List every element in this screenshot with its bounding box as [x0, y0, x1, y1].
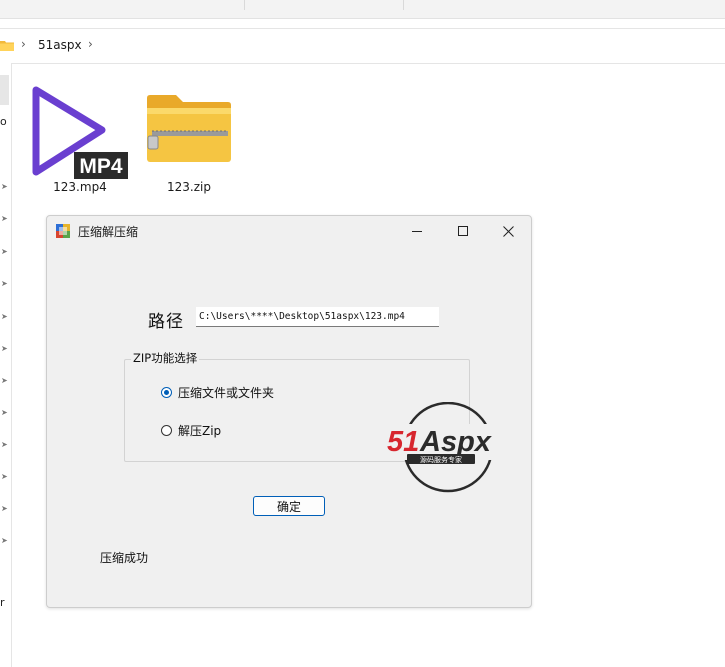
- mp4-video-icon: MP4: [32, 86, 128, 179]
- app-icon: [56, 224, 70, 238]
- 51aspx-logo: 51 Aspx 源码服务专家: [387, 402, 513, 493]
- zip-folder-icon: [147, 95, 231, 162]
- chevron-right-icon[interactable]: ›: [21, 37, 26, 51]
- svg-text:51: 51: [387, 426, 419, 458]
- tab-separator: [244, 0, 245, 10]
- pin-icon: ➤: [1, 344, 8, 353]
- pin-icon: ➤: [1, 440, 8, 449]
- minimize-icon: [411, 230, 422, 232]
- pin-icon: ➤: [1, 376, 8, 385]
- pin-icon: ➤: [1, 247, 8, 256]
- pin-icon: ➤: [1, 182, 8, 191]
- file-name: 123.mp4: [53, 180, 107, 194]
- svg-text:Aspx: Aspx: [419, 426, 493, 458]
- file-name: 123.zip: [167, 180, 211, 194]
- folder-icon: [0, 41, 14, 51]
- tab-separator: [403, 0, 404, 10]
- pin-icon: ➤: [1, 408, 8, 417]
- pin-icon: ➤: [1, 472, 8, 481]
- nav-selected-item[interactable]: [0, 75, 9, 105]
- pin-icon: ➤: [1, 279, 8, 288]
- radio-label: 解压Zip: [178, 424, 222, 438]
- maximize-icon: [457, 225, 468, 236]
- file-item[interactable]: 123.zip: [139, 92, 239, 197]
- pin-icon: ➤: [1, 504, 8, 513]
- nav-item-label[interactable]: r: [0, 596, 5, 609]
- path-label: 路径: [148, 312, 184, 332]
- title-bar[interactable]: 压缩解压缩: [47, 216, 531, 246]
- pin-icon: ➤: [1, 312, 8, 321]
- compress-dialog-window: 压缩解压缩 路径 ZIP功能选择 压缩文件或文件夹 解压Zip 确定 压缩成功 …: [46, 215, 532, 608]
- ok-button[interactable]: 确定: [253, 496, 325, 516]
- path-input[interactable]: [196, 307, 439, 327]
- close-button[interactable]: [485, 216, 531, 246]
- pin-icon: ➤: [1, 536, 8, 545]
- pin-icon: ➤: [1, 214, 8, 223]
- breadcrumb-item[interactable]: 51aspx: [38, 38, 82, 52]
- explorer-tab-strip: [0, 0, 725, 19]
- navigation-pane: o ➤ ➤ ➤ ➤ ➤ ➤ ➤ ➤ ➤ ➤ ➤ ➤ r: [0, 63, 12, 667]
- groupbox-title: ZIP功能选择: [131, 350, 200, 366]
- maximize-button[interactable]: [440, 216, 486, 246]
- nav-item-label[interactable]: o: [0, 115, 7, 128]
- radio-button-checked[interactable]: [161, 387, 172, 398]
- file-item[interactable]: MP4 123.mp4: [30, 82, 130, 197]
- window-title: 压缩解压缩: [78, 225, 139, 239]
- status-text: 压缩成功: [100, 551, 149, 565]
- radio-button[interactable]: [161, 425, 172, 436]
- minimize-button[interactable]: [394, 216, 440, 246]
- radio-unzip[interactable]: 解压Zip: [161, 422, 221, 439]
- radio-label: 压缩文件或文件夹: [178, 386, 275, 400]
- svg-text:源码服务专家: 源码服务专家: [420, 455, 462, 464]
- svg-text:MP4: MP4: [79, 155, 123, 178]
- radio-compress[interactable]: 压缩文件或文件夹: [161, 384, 274, 401]
- chevron-right-icon[interactable]: ›: [88, 37, 93, 51]
- address-bar[interactable]: › 51aspx ›: [0, 28, 725, 64]
- close-icon: [502, 225, 514, 237]
